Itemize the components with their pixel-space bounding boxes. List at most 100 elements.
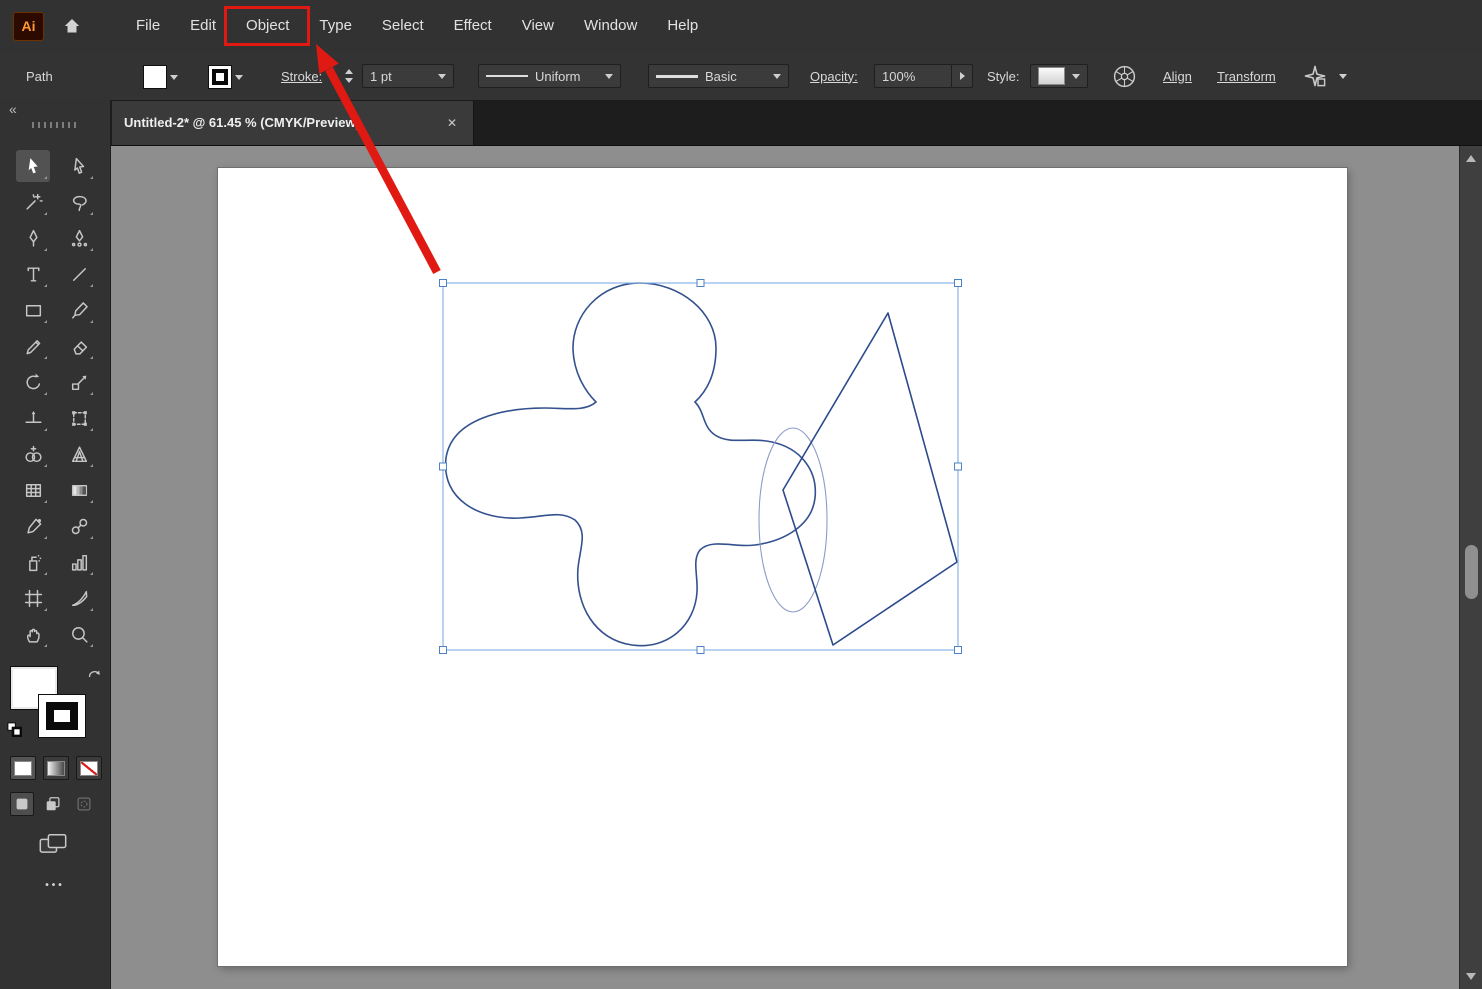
- tool-rotate[interactable]: [16, 366, 50, 398]
- color-button[interactable]: [10, 756, 36, 780]
- chevron-down-icon[interactable]: [1072, 74, 1080, 79]
- blob-shape[interactable]: [446, 283, 816, 646]
- default-fill-stroke-icon[interactable]: [7, 722, 22, 737]
- stroke-weight-stepper[interactable]: [342, 64, 356, 88]
- width-profile-combo[interactable]: Uniform: [478, 64, 621, 88]
- tool-pen[interactable]: [16, 222, 50, 254]
- tool-perspective-grid[interactable]: [62, 438, 96, 470]
- tool-width[interactable]: [16, 402, 50, 434]
- selection-handle[interactable]: [955, 647, 962, 654]
- collapse-panel-button[interactable]: «: [9, 101, 17, 117]
- stepper-up-icon[interactable]: [345, 69, 353, 74]
- menu-item-file[interactable]: File: [121, 0, 175, 52]
- selection-handle[interactable]: [697, 280, 704, 287]
- select-similar-button[interactable]: [1303, 64, 1347, 88]
- none-swatch-icon: [80, 761, 98, 776]
- home-icon[interactable]: [61, 16, 83, 36]
- selection-handle[interactable]: [440, 463, 447, 470]
- rotate-icon: [23, 372, 44, 393]
- opacity-options-button[interactable]: [951, 64, 973, 88]
- chevron-down-icon[interactable]: [605, 74, 613, 79]
- scroll-down-button[interactable]: [1460, 967, 1482, 985]
- tool-eyedropper[interactable]: [16, 510, 50, 542]
- chevron-down-icon[interactable]: [1339, 74, 1347, 79]
- style-combo[interactable]: [1030, 64, 1088, 88]
- stroke-weight-combo[interactable]: 1 pt: [362, 64, 454, 88]
- tool-free-transform[interactable]: [62, 402, 96, 434]
- tool-column-graph[interactable]: [62, 546, 96, 578]
- tool-eraser[interactable]: [62, 330, 96, 362]
- transform-link[interactable]: Transform: [1217, 52, 1276, 100]
- menu-item-help[interactable]: Help: [652, 0, 713, 52]
- tool-lasso[interactable]: [62, 186, 96, 218]
- stroke-color-well[interactable]: [208, 65, 243, 89]
- eraser-icon: [69, 336, 90, 357]
- tool-magic-wand[interactable]: [16, 186, 50, 218]
- draw-normal-button[interactable]: [10, 792, 34, 816]
- screen-mode-icon: [38, 832, 68, 856]
- menu-item-select[interactable]: Select: [367, 0, 439, 52]
- none-button[interactable]: [76, 756, 102, 780]
- toolbar-grip[interactable]: [32, 122, 78, 128]
- tool-shape-builder[interactable]: [16, 438, 50, 470]
- color-wheel-icon: [1112, 64, 1137, 89]
- stroke-swatch[interactable]: [38, 694, 86, 738]
- chevron-down-icon[interactable]: [773, 74, 781, 79]
- menu-item-object[interactable]: Object: [231, 0, 304, 52]
- tool-curvature[interactable]: [62, 222, 96, 254]
- opacity-field[interactable]: 100%: [874, 64, 952, 88]
- opacity-label[interactable]: Opacity:: [810, 52, 858, 100]
- recolor-artwork-button[interactable]: [1112, 64, 1137, 88]
- swap-fill-stroke-icon[interactable]: [86, 666, 103, 682]
- tool-direct-selection[interactable]: [62, 150, 96, 182]
- stroke-label[interactable]: Stroke:: [281, 52, 322, 100]
- menu-item-effect[interactable]: Effect: [439, 0, 507, 52]
- tool-blend[interactable]: [62, 510, 96, 542]
- tool-artboard[interactable]: [16, 582, 50, 614]
- tool-slice[interactable]: [62, 582, 96, 614]
- menu-item-type[interactable]: Type: [304, 0, 367, 52]
- selection-handle[interactable]: [955, 463, 962, 470]
- tool-type[interactable]: [16, 258, 50, 290]
- tool-symbol-sprayer[interactable]: [16, 546, 50, 578]
- tool-zoom[interactable]: [62, 618, 96, 650]
- draw-behind-button[interactable]: [41, 792, 65, 816]
- chevron-down-icon[interactable]: [235, 75, 243, 80]
- align-link[interactable]: Align: [1163, 52, 1192, 100]
- menu-item-edit[interactable]: Edit: [175, 0, 231, 52]
- chevron-down-icon[interactable]: [170, 75, 178, 80]
- stepper-down-icon[interactable]: [345, 78, 353, 83]
- edit-toolbar-button[interactable]: •••: [0, 880, 110, 891]
- selection-handle[interactable]: [955, 280, 962, 287]
- tool-rectangle[interactable]: [16, 294, 50, 326]
- tool-scale[interactable]: [62, 366, 96, 398]
- menu-item-window[interactable]: Window: [569, 0, 652, 52]
- selection-handle[interactable]: [440, 280, 447, 287]
- draw-inside-button[interactable]: [72, 792, 96, 816]
- selection-handle[interactable]: [697, 647, 704, 654]
- fill-color-well[interactable]: [143, 65, 178, 89]
- selection-bounding-box[interactable]: [443, 283, 958, 650]
- tab-close-button[interactable]: ✕: [443, 114, 461, 132]
- vertical-scrollbar[interactable]: [1459, 145, 1482, 989]
- scroll-up-button[interactable]: [1460, 149, 1482, 167]
- scrollbar-thumb[interactable]: [1465, 545, 1478, 599]
- brush-definition-combo[interactable]: Basic: [648, 64, 789, 88]
- screen-mode-button[interactable]: [38, 832, 68, 861]
- app-logo-icon[interactable]: Ai: [13, 12, 44, 41]
- tool-line-segment[interactable]: [62, 258, 96, 290]
- tool-paintbrush[interactable]: [62, 294, 96, 326]
- chevron-down-icon[interactable]: [438, 74, 446, 79]
- menu-item-view[interactable]: View: [507, 0, 569, 52]
- selection-handle[interactable]: [440, 647, 447, 654]
- polygon-shape[interactable]: [783, 313, 957, 645]
- tool-mesh[interactable]: [16, 474, 50, 506]
- tool-shaper[interactable]: [16, 330, 50, 362]
- chevron-right-icon: [960, 72, 965, 80]
- gradient-button[interactable]: [43, 756, 69, 780]
- tool-selection[interactable]: [16, 150, 50, 182]
- document-tab[interactable]: Untitled-2* @ 61.45 % (CMYK/Preview) ✕: [112, 100, 474, 145]
- tool-gradient[interactable]: [62, 474, 96, 506]
- tool-hand[interactable]: [16, 618, 50, 650]
- home-icon-glyph: [61, 16, 83, 36]
